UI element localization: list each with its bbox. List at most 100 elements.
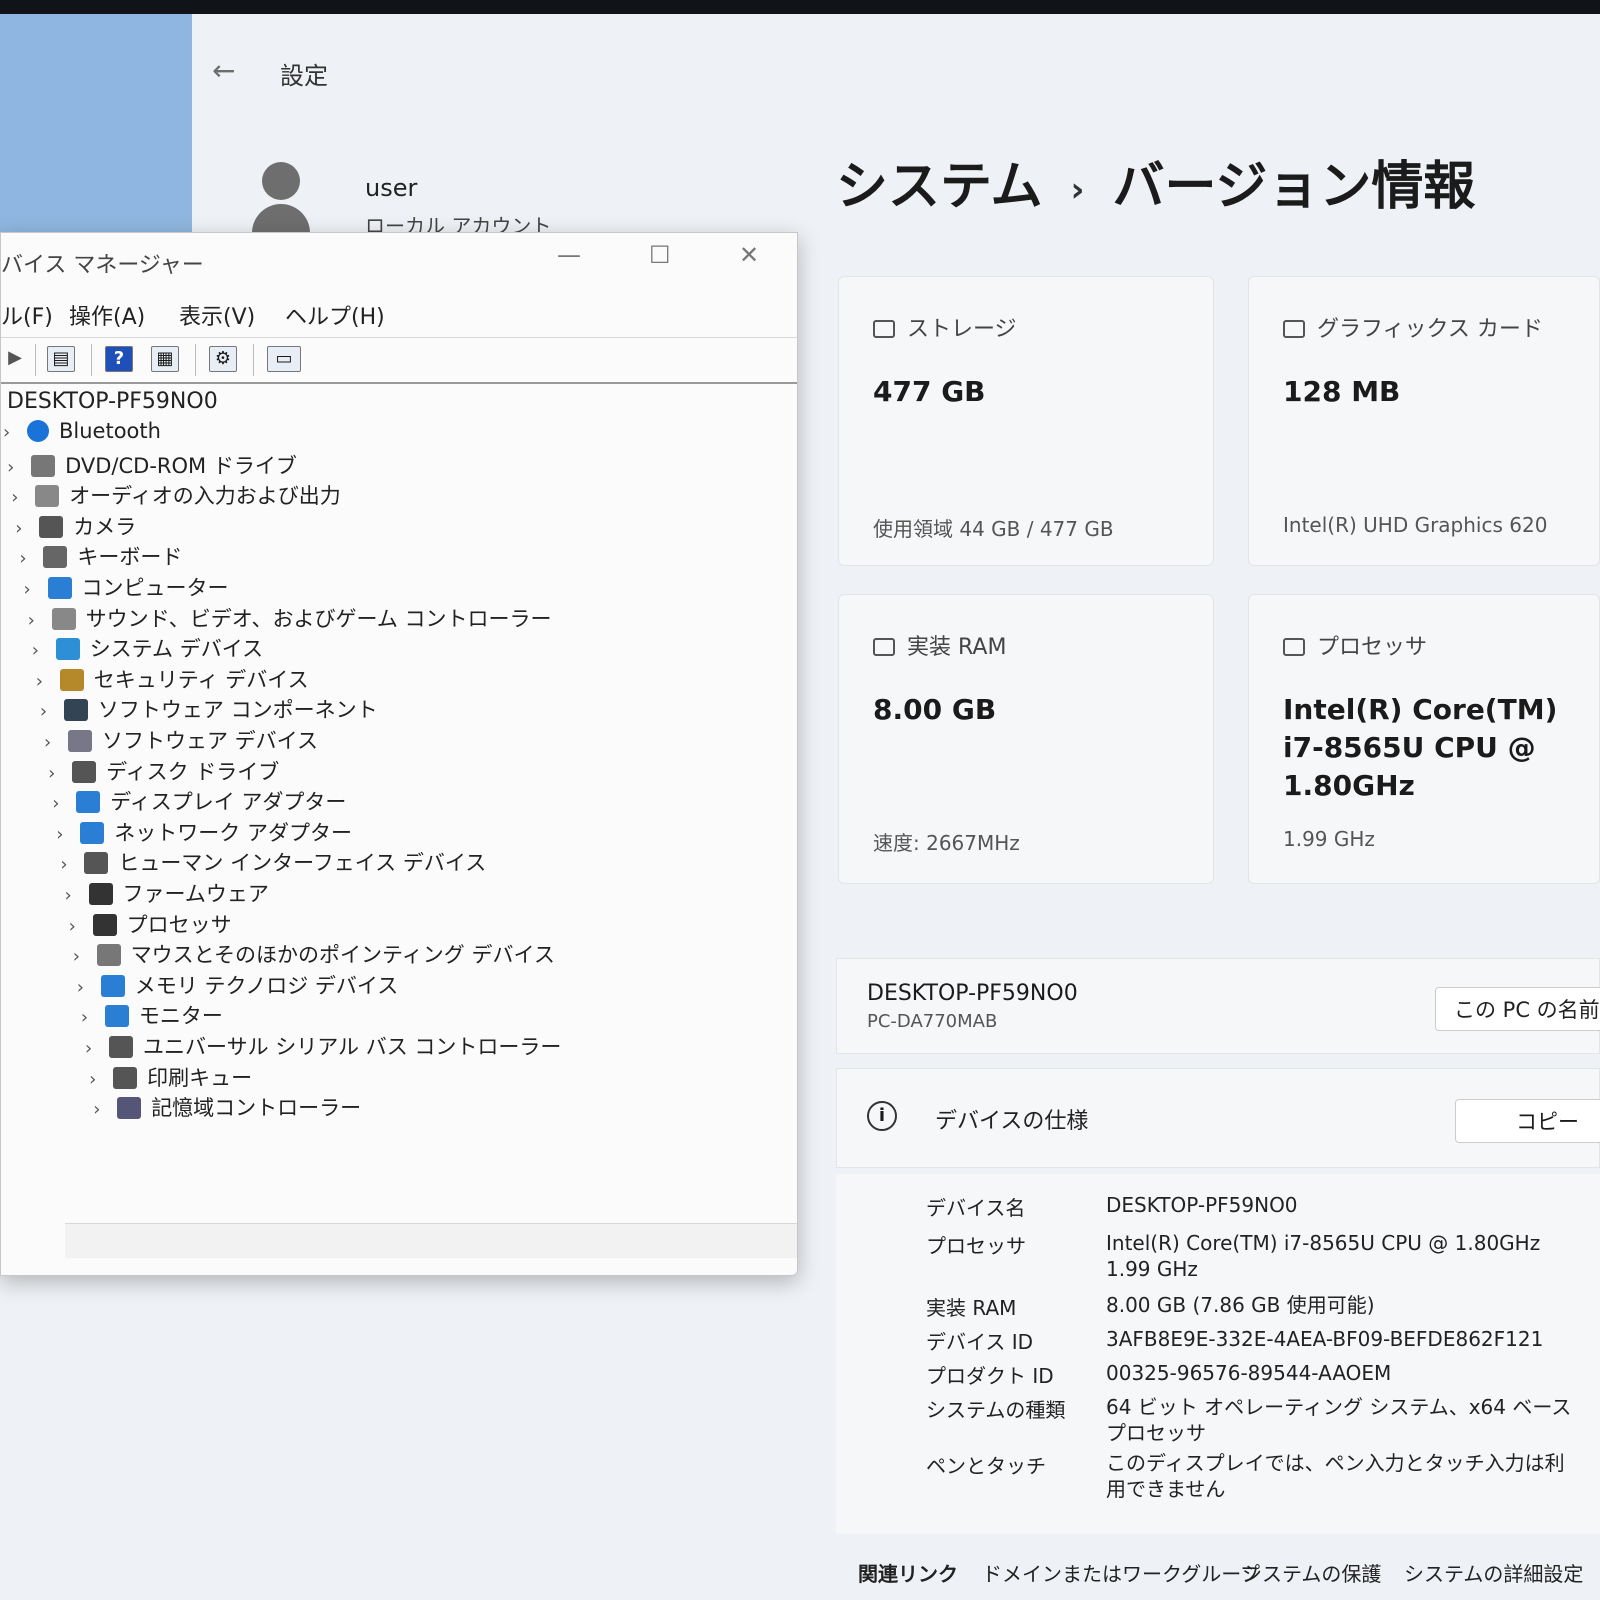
breadcrumb-parent[interactable]: システム [836,157,1042,217]
chevron-right-icon[interactable]: › [44,732,62,753]
chevron-right-icon[interactable]: › [15,518,33,539]
chevron-right-icon[interactable]: › [77,977,95,998]
menu-file[interactable]: ル(F) [1,299,53,331]
maximize-icon[interactable]: ☐ [649,241,671,269]
tree-item[interactable]: › Bluetooth [3,419,161,449]
back-arrow-icon[interactable]: ← [212,54,235,87]
chevron-right-icon[interactable]: › [11,487,29,508]
chevron-right-icon[interactable]: › [32,640,50,661]
tree-item-label: システム デバイス [89,637,264,662]
link-domain-workgroup[interactable]: ドメインまたはワークグループ [982,1558,1260,1587]
tree-root-computer[interactable]: DESKTOP-PF59NO0 [7,389,218,414]
tree-item[interactable]: › ソフトウェア デバイス [44,725,318,755]
usb-controller-icon [109,1036,133,1058]
chevron-right-icon[interactable]: › [93,1099,111,1120]
minimize-icon[interactable]: — [557,241,581,269]
user-avatar-icon[interactable] [252,162,310,234]
menu-view[interactable]: 表示(V) [179,299,255,331]
scan-hardware-icon[interactable]: ⚙ [209,346,237,372]
chevron-right-icon[interactable]: › [3,422,21,443]
storage-card[interactable]: ストレージ 477 GB 使用領域 44 GB / 477 GB [838,276,1214,566]
monitor-icon[interactable]: ▭ [267,346,301,372]
chevron-right-icon[interactable]: › [73,946,91,967]
dvd-drive-icon [31,454,56,477]
tree-item[interactable]: › ソフトウェア コンポーネント [40,694,378,724]
tree-item[interactable]: › 印刷キュー [89,1062,252,1092]
chevron-right-icon[interactable]: › [81,1007,99,1028]
tree-item[interactable]: › ネットワーク アダプター [56,817,352,847]
tree-item[interactable]: › カメラ [15,511,136,541]
chevron-right-icon[interactable]: › [7,457,25,478]
chevron-right-icon[interactable]: › [36,671,54,692]
chevron-right-icon[interactable]: › [24,579,42,600]
network-adapter-icon [80,821,105,844]
window-title: バイス マネージャー [1,253,204,278]
chevron-right-icon[interactable]: › [56,824,74,845]
chevron-right-icon[interactable]: › [69,916,87,937]
link-advanced-system-settings[interactable]: システムの詳細設定 [1404,1558,1583,1587]
tree-item[interactable]: › システム デバイス [32,633,263,663]
menu-help[interactable]: ヘルプ(H) [285,299,385,331]
tree-item[interactable]: › オーディオの入力および出力 [11,480,341,510]
spec-value: このディスプレイでは、ペン入力とタッチ入力は利用できません [1106,1451,1565,1501]
chevron-right-icon[interactable]: › [40,701,58,722]
tree-item-label: オーディオの入力および出力 [69,484,341,509]
chevron-right-icon[interactable]: › [65,885,83,906]
graphics-label: グラフィックス カード [1283,311,1543,343]
drive-icon [873,320,895,338]
tree-item[interactable]: › セキュリティ デバイス [36,664,309,694]
spec-key: ペンとタッチ [926,1454,1046,1478]
processor-card[interactable]: プロセッサ Intel(R) Core(TM) i7-8565U CPU @ 1… [1248,594,1600,884]
forward-icon[interactable]: ▶ [1,346,29,372]
security-device-icon [59,668,84,691]
storage-value: 477 GB [873,375,986,408]
chevron-right-icon[interactable]: › [19,548,37,569]
rename-pc-button[interactable]: この PC の名前を [1435,987,1600,1031]
link-system-protection[interactable]: システムの保護 [1242,1558,1381,1587]
view-details-icon[interactable]: ▦ [151,346,179,372]
toolbar-separator [253,344,254,376]
chevron-right-icon[interactable]: › [60,854,78,875]
chevron-right-icon[interactable]: › [28,610,46,631]
device-spec-header[interactable]: i デバイスの仕様 コピー [836,1068,1600,1168]
storage-label: ストレージ [873,311,1017,343]
tree-item[interactable]: › ユニバーサル シリアル バス コントローラー [85,1031,561,1061]
tree-item[interactable]: › ディスク ドライブ [48,756,279,786]
ram-card[interactable]: 実装 RAM 8.00 GB 速度: 2667MHz [838,594,1214,884]
tree-item[interactable]: › ディスプレイ アダプター [52,786,346,816]
tree-item[interactable]: › DVD/CD-ROM ドライブ [7,450,297,480]
chevron-right-icon[interactable]: › [48,763,66,784]
tree-item-label: ディスク ドライブ [106,759,280,784]
chevron-right-icon[interactable]: › [52,793,70,814]
copy-button[interactable]: コピー [1455,1099,1600,1143]
pc-name-section: DESKTOP-PF59NO0 PC-DA770MAB この PC の名前を [836,958,1600,1054]
properties-icon[interactable]: ▤ [47,346,75,372]
ram-value: 8.00 GB [873,693,997,726]
system-device-icon [55,638,80,661]
menu-action[interactable]: 操作(A) [69,299,145,331]
close-icon[interactable]: ✕ [739,241,759,269]
graphics-model: Intel(R) UHD Graphics 620 [1283,513,1548,537]
tree-item[interactable]: › メモリ テクノロジ デバイス [77,970,398,1000]
tree-item[interactable]: › コンピューター [24,572,229,602]
tree-item[interactable]: › プロセッサ [69,909,232,939]
spec-value: 00325-96576-89544-AAOEM [1106,1361,1392,1385]
graphics-card-icon [1283,320,1305,338]
tree-item[interactable]: › マウスとそのほかのポインティング デバイス [73,939,555,969]
firmware-icon [88,883,113,905]
keyboard-icon [43,546,68,569]
tree-item[interactable]: › ファームウェア [65,878,269,908]
tree-item-label: ソフトウェア コンポーネント [97,698,378,723]
chevron-right-icon[interactable]: › [89,1069,107,1090]
tree-item[interactable]: › 記憶域コントローラー [93,1092,361,1122]
tree-item[interactable]: › ヒューマン インターフェイス デバイス [60,847,486,877]
toolbar-separator [35,344,36,376]
tree-item[interactable]: › モニター [81,1000,223,1030]
chevron-right-icon[interactable]: › [85,1038,103,1059]
tree-item[interactable]: › サウンド、ビデオ、およびゲーム コントローラー [28,603,552,633]
help-icon[interactable]: ? [105,346,133,372]
graphics-card[interactable]: グラフィックス カード 128 MB Intel(R) UHD Graphics… [1248,276,1600,566]
tree-item[interactable]: › キーボード [19,541,182,571]
audio-io-icon [35,485,60,508]
pc-name: DESKTOP-PF59NO0 [867,981,1078,1006]
